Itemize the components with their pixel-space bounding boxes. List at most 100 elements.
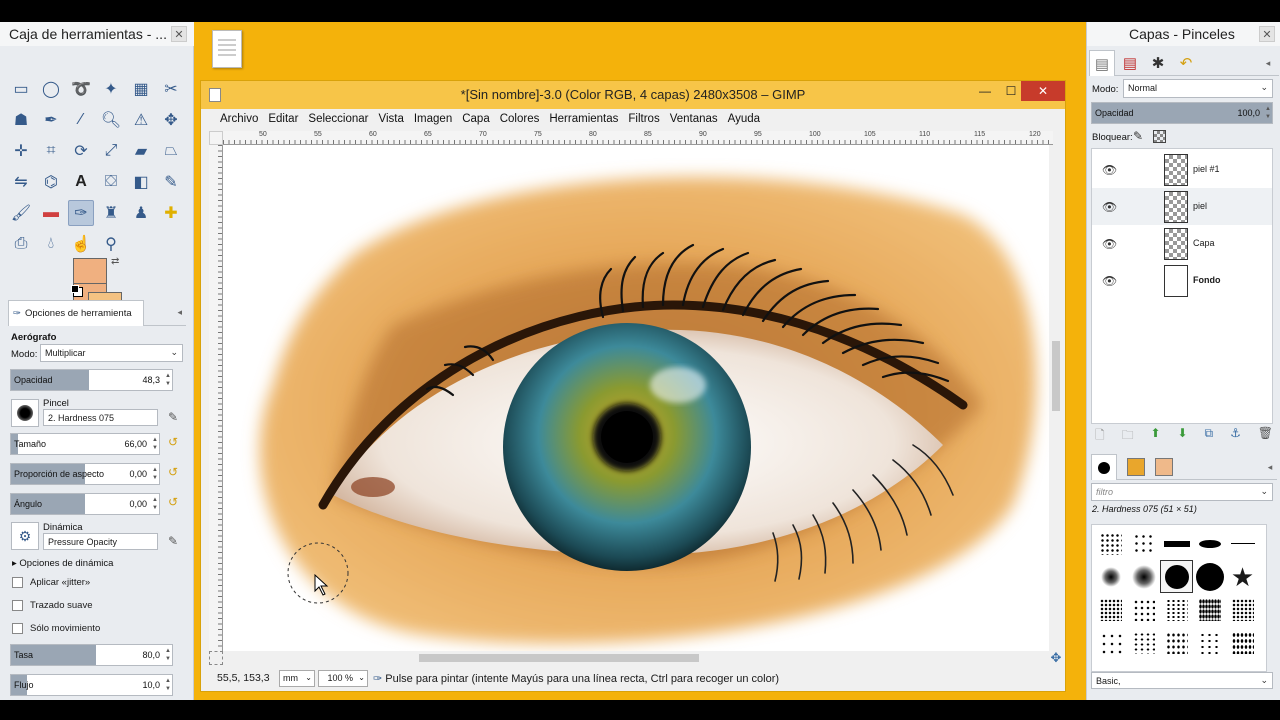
vertical-scrollbar[interactable] [1049,145,1063,651]
edit-dynamics-icon[interactable]: ✎ [168,534,178,548]
edit-brush-icon[interactable]: ✎ [168,410,178,424]
tab-menu-icon[interactable]: ◂ [1257,454,1280,480]
brush-item[interactable] [1094,527,1127,560]
smudge-tool-icon[interactable]: ☝ [68,231,94,257]
layers-panel-titlebar[interactable]: Capas - Pinceles ✕ [1087,22,1280,46]
brush-item-selected[interactable] [1160,560,1193,593]
shear-tool-icon[interactable]: ▰ [128,138,154,164]
brush-item[interactable] [1193,593,1226,626]
menu-vista[interactable]: Vista [374,109,409,131]
clone-tool-icon[interactable]: ⎙ [8,231,34,257]
tab-patterns[interactable] [1123,454,1149,480]
lower-layer-icon[interactable]: ⬇ [1178,426,1188,444]
blur-tool-icon[interactable]: 💧︎ [38,231,64,257]
brush-name-field[interactable]: 2. Hardness 075 [43,409,158,426]
menu-capa[interactable]: Capa [457,109,495,131]
brush-item[interactable] [1160,593,1193,626]
unit-select[interactable]: mm ⌄ [279,670,315,687]
smooth-stroke-checkbox[interactable] [12,600,23,611]
tab-tool-options[interactable]: ✑ Opciones de herramienta [8,300,144,326]
zoom-select[interactable]: 100 % ⌄ [318,670,368,687]
ink-tool-icon[interactable]: ♜ [98,200,124,226]
minimize-button[interactable]: — [971,81,999,101]
foreground-color-swatch-top[interactable] [73,258,107,284]
anchor-layer-icon[interactable]: ⚓︎ [1230,426,1241,444]
brush-item[interactable] [1127,527,1160,560]
menu-filtros[interactable]: Filtros [623,109,664,131]
pencil-tool-icon[interactable]: ✎ [158,169,184,195]
tab-layers[interactable]: ▤ [1089,50,1115,76]
tab-menu-icon[interactable]: ◂ [1255,50,1280,76]
mode-select[interactable]: Multiplicar ⌄ [40,344,183,362]
fuzzy-select-tool-icon[interactable]: ✦ [98,76,124,102]
navigate-icon[interactable]: ✥ [1049,651,1063,665]
brush-item[interactable] [1127,560,1160,593]
brush-filter-input[interactable]: filtro ⌄ [1091,483,1273,501]
tab-paths[interactable]: ✱ [1145,50,1171,76]
tab-channels[interactable]: ▤ [1117,50,1143,76]
flip-tool-icon[interactable]: ⇋ [8,169,34,195]
spin-arrows-icon[interactable]: ▲ ▼ [165,372,171,388]
perspective-tool-icon[interactable]: ⏢ [158,138,184,164]
brush-item[interactable] [1226,626,1259,659]
default-colors-icon[interactable] [71,285,79,293]
paths-tool-icon[interactable]: ✒ [38,107,64,133]
image-canvas[interactable] [223,145,1049,651]
tab-gradients[interactable] [1151,454,1177,480]
layer-mode-select[interactable]: Normal ⌄ [1123,79,1273,98]
opacity-slider[interactable]: Opacidad 48,3 ▲ ▼ [10,369,173,391]
brush-item[interactable]: ★ [1226,560,1259,593]
brush-item[interactable] [1127,626,1160,659]
image-window-titlebar[interactable]: *[Sin nombre]-3.0 (Color RGB, 4 capas) 2… [201,81,1065,109]
tab-brushes[interactable] [1091,454,1117,480]
layer-row[interactable]: 👁︎ Capa [1092,225,1272,262]
brush-item[interactable] [1193,626,1226,659]
close-button[interactable]: ✕ [1021,81,1065,101]
spin-arrows-icon[interactable]: ▲ ▼ [152,496,158,512]
scissors-tool-icon[interactable]: ✂ [158,76,184,102]
eye-icon[interactable]: 👁︎ [1102,274,1117,288]
brush-preview[interactable] [11,399,39,427]
layer-opacity-slider[interactable]: Opacidad 100,0 ▲ ▼ [1091,102,1273,124]
jitter-checkbox[interactable] [12,577,23,588]
horizontal-ruler[interactable]: 50 55 60 65 70 75 80 85 90 95 100 105 11… [223,131,1053,145]
new-layer-group-icon[interactable]: 🗀︎ [1122,426,1134,444]
flow-slider[interactable]: Flujo 10,0 ▲ ▼ [10,674,173,696]
foreground-select-tool-icon[interactable]: ☗ [8,107,34,133]
menu-seleccionar[interactable]: Seleccionar [303,109,373,131]
paintbrush-tool-icon[interactable]: 🖌︎ [8,200,34,226]
menu-archivo[interactable]: Archivo [215,109,263,131]
color-select-tool-icon[interactable]: ▦ [128,76,154,102]
brush-set-select[interactable]: Basic, ⌄ [1091,672,1273,689]
menu-imagen[interactable]: Imagen [409,109,457,131]
dynamics-icon[interactable]: ⚙ [11,522,39,550]
dodge-burn-tool-icon[interactable]: ⚲ [98,231,124,257]
ruler-corner[interactable] [209,131,223,145]
brush-item[interactable] [1094,560,1127,593]
brush-item[interactable] [1193,527,1226,560]
brush-item[interactable] [1160,626,1193,659]
free-select-tool-icon[interactable]: ➰ [68,76,94,102]
heal-tool-icon[interactable]: ✚ [158,200,184,226]
measure-tool-icon[interactable]: ⚠ [128,107,154,133]
toolbox-titlebar[interactable]: Caja de herramientas - ... ✕ [0,22,194,46]
swap-colors-icon[interactable]: ⇄ [111,256,119,267]
spin-arrows-icon[interactable]: ▲ ▼ [165,677,171,693]
spin-arrows-icon[interactable]: ▲ ▼ [152,436,158,452]
eye-icon[interactable]: 👁︎ [1102,200,1117,214]
zoom-tool-icon[interactable]: 🔍︎ [98,107,124,133]
vertical-ruler[interactable] [209,145,223,651]
duplicate-layer-icon[interactable]: ⧉ [1205,426,1214,444]
move-tool-icon[interactable]: ✥ [158,107,184,133]
size-slider[interactable]: Tamaño 66,00 ▲ ▼ [10,433,160,455]
layer-row[interactable]: 👁︎ piel #1 [1092,151,1272,188]
motion-only-checkbox[interactable] [12,623,23,634]
crop-tool-icon[interactable]: ⌗ [38,138,64,164]
brush-item[interactable] [1094,593,1127,626]
color-picker-tool-icon[interactable]: ⁄ [68,107,94,133]
cage-tool-icon[interactable]: ⌬ [38,169,64,195]
horizontal-scrollbar[interactable] [223,651,1049,665]
brush-item[interactable] [1094,626,1127,659]
brush-item[interactable] [1193,560,1226,593]
raise-layer-icon[interactable]: ⬆ [1151,426,1161,444]
